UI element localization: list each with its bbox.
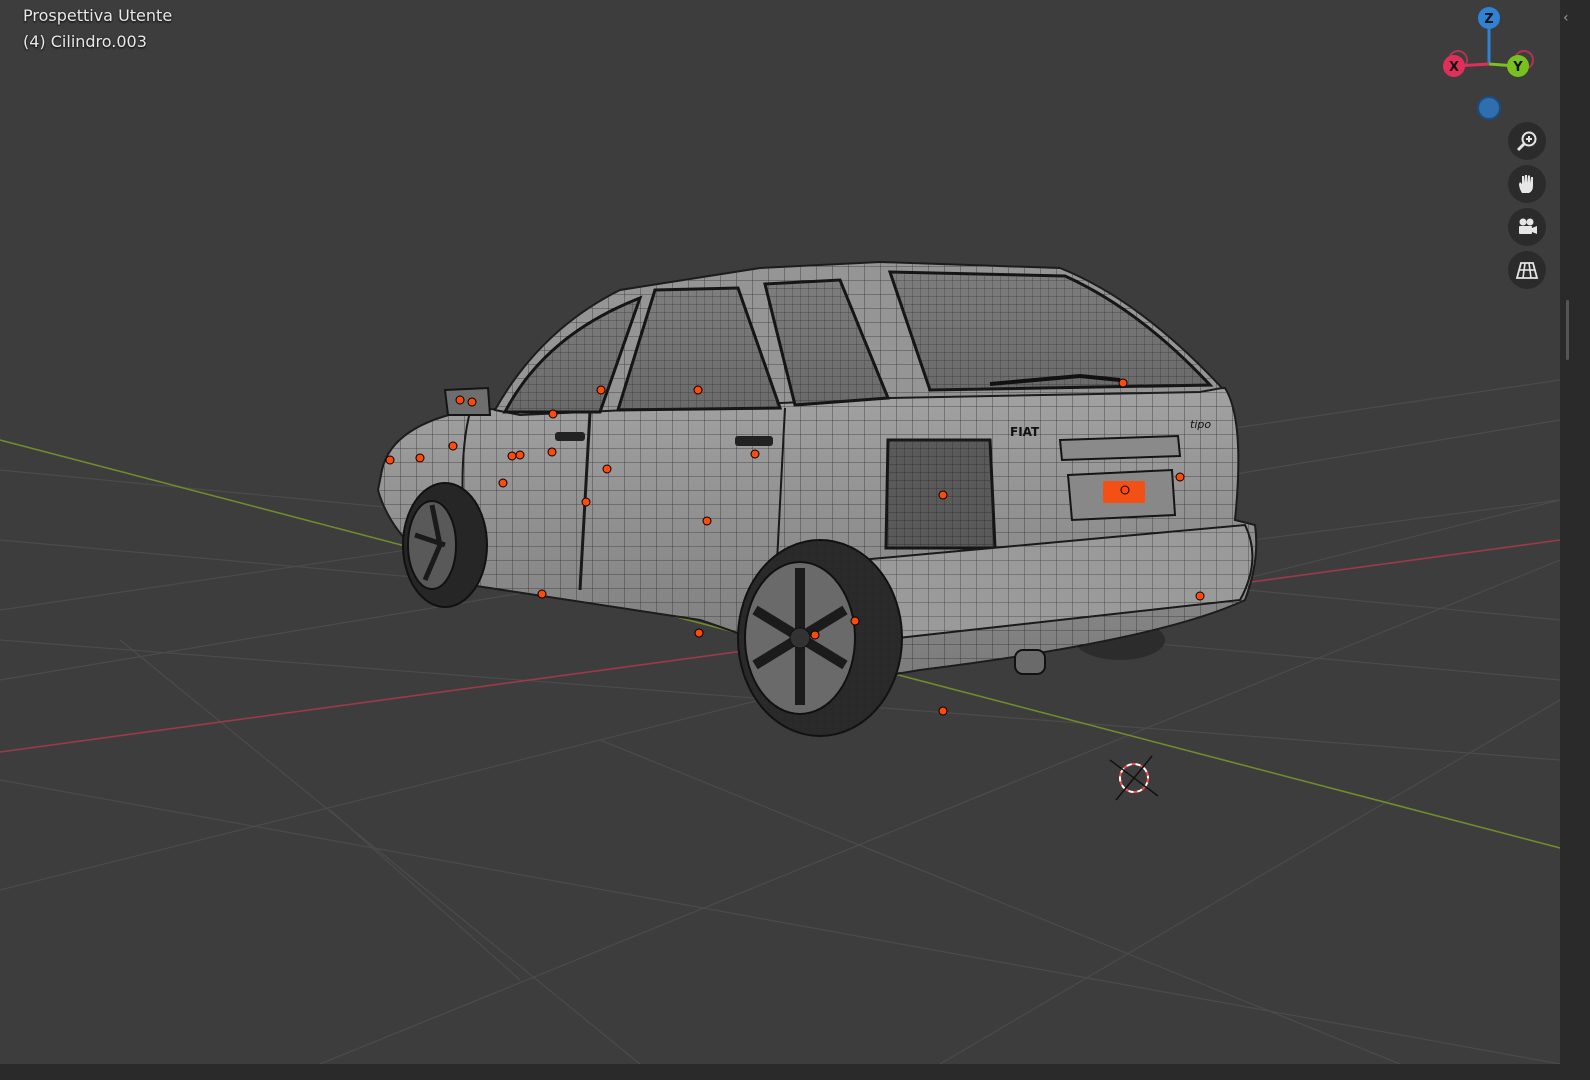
- camera-view-button[interactable]: [1508, 208, 1546, 246]
- zoom-button[interactable]: [1508, 122, 1546, 160]
- navigation-gizmo[interactable]: Z X Y: [1430, 0, 1550, 125]
- y-axis-label: Y: [1512, 60, 1523, 75]
- car-model[interactable]: FIAT tipo: [376, 260, 1258, 737]
- badge-front: FIAT: [1010, 425, 1040, 439]
- neg-z-axis-icon[interactable]: [1477, 96, 1501, 120]
- active-object-label: (4) Cilindro.003: [23, 32, 147, 51]
- front-wheel: [402, 482, 488, 608]
- badge-rear: tipo: [1190, 418, 1211, 431]
- x-axis-icon[interactable]: X: [1443, 55, 1465, 77]
- bottom-edge: [0, 1064, 1590, 1080]
- scene-canvas[interactable]: FIAT tipo: [0, 0, 1560, 1064]
- view-name-label: Prospettiva Utente: [23, 6, 173, 25]
- x-axis-label: X: [1449, 60, 1459, 75]
- chevron-left-icon[interactable]: ‹: [1563, 10, 1569, 26]
- 3d-viewport[interactable]: FIAT tipo Prospettiva Utente (4) Cilindr…: [0, 0, 1590, 1080]
- z-axis-label: Z: [1484, 12, 1493, 27]
- pan-button[interactable]: [1508, 165, 1546, 203]
- y-axis-icon[interactable]: Y: [1507, 55, 1529, 77]
- perspective-toggle-button[interactable]: [1508, 251, 1546, 289]
- zoom-magnifier-icon: [1516, 131, 1537, 152]
- hand-pan-icon: [1519, 175, 1533, 193]
- 3d-cursor[interactable]: [1109, 755, 1159, 801]
- scrollbar-handle[interactable]: [1566, 300, 1569, 360]
- camera-view-icon: [1519, 218, 1537, 234]
- rear-wheel: [737, 539, 903, 737]
- sidebar-edge: [1560, 0, 1590, 1080]
- z-axis-icon[interactable]: Z: [1478, 7, 1500, 29]
- perspective-grid-icon: [1515, 262, 1539, 279]
